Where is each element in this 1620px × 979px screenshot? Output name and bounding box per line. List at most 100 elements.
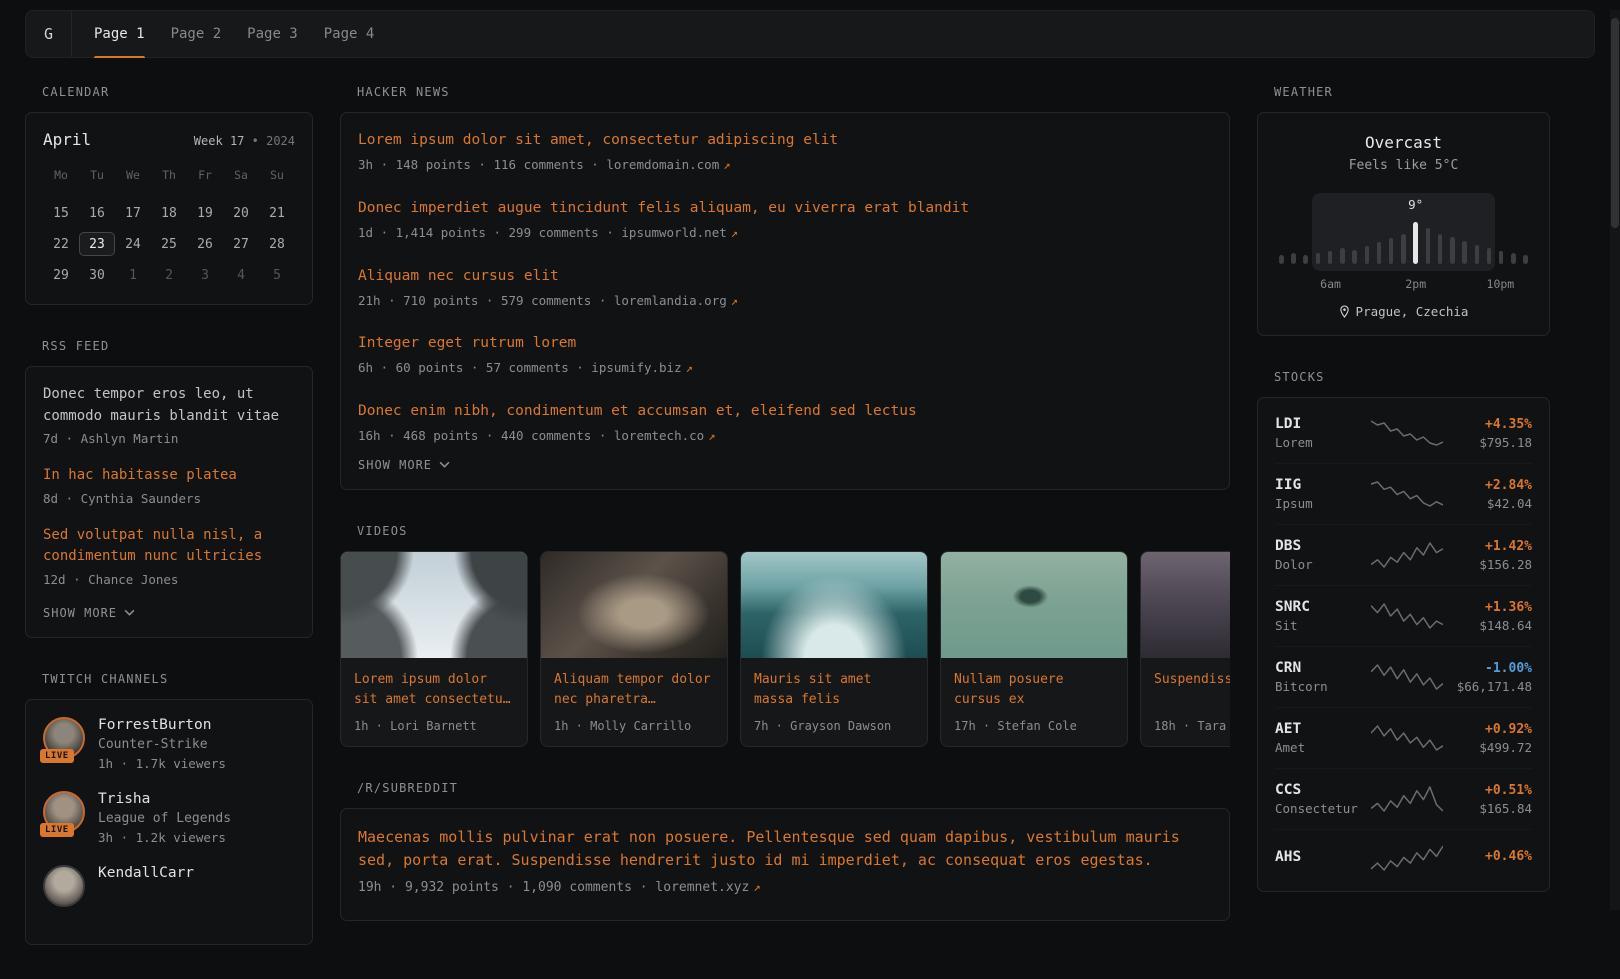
calendar-weekday: We [115, 163, 151, 187]
scrollbar-thumb[interactable] [1611, 18, 1619, 228]
stock-price: $66,171.48 [1457, 679, 1532, 694]
show-more-button[interactable]: SHOW MORE [358, 458, 450, 472]
video-title: Suspendisse diam [1154, 670, 1230, 690]
twitch-channel-name[interactable]: KendallCarr [98, 865, 194, 881]
video-card[interactable]: Mauris sit amet massa felis 7h · Grayson… [740, 551, 928, 747]
hackernews-widget: HACKER NEWS Lorem ipsum dolor sit amet, … [340, 85, 1230, 490]
stock-row[interactable]: AHS +0.46% [1275, 829, 1532, 886]
weather-hour-bar [1523, 255, 1528, 264]
tab-page-4[interactable]: Page 4 [324, 11, 375, 57]
video-card[interactable]: Lorem ipsum dolor sit amet consectetu… 1… [340, 551, 528, 747]
stock-name: Bitcorn [1275, 679, 1363, 694]
tab-page-2[interactable]: Page 2 [171, 11, 222, 57]
show-more-button[interactable]: SHOW MORE [43, 606, 135, 620]
calendar-month: April [43, 130, 91, 149]
weather-hour-bar [1438, 234, 1443, 264]
rss-item-title[interactable]: In hac habitasse platea [43, 465, 295, 487]
hn-item-title[interactable]: Integer eget rutrum lorem [358, 333, 1212, 354]
weather-hour-bar [1426, 228, 1431, 264]
rss-item-title[interactable]: Donec tempor eros leo, ut commodo mauris… [43, 384, 295, 427]
center-column: HACKER NEWS Lorem ipsum dolor sit amet, … [340, 85, 1230, 955]
calendar-day: 4 [223, 263, 259, 287]
stock-row[interactable]: IIG Ipsum +2.84% $42.04 [1275, 463, 1532, 524]
video-card[interactable]: Nullam posuere cursus ex 17h · Stefan Co… [940, 551, 1128, 747]
video-meta: 17h · Stefan Cole [954, 719, 1114, 733]
external-link-icon[interactable]: ↗ [723, 158, 730, 172]
calendar-weekday: Tu [79, 163, 115, 187]
calendar-day: 28 [259, 232, 295, 256]
weather-hourly-chart: 9° [1276, 193, 1531, 271]
video-card[interactable]: Aliquam tempor dolor nec pharetra… 1h · … [540, 551, 728, 747]
stock-change: +0.46% [1485, 849, 1532, 864]
videos-section-label: VIDEOS [357, 524, 1230, 538]
weather-hour-bar [1303, 255, 1308, 264]
twitch-channel-name[interactable]: ForrestBurton [98, 717, 226, 733]
location-pin-icon [1339, 305, 1350, 318]
weather-location-text: Prague, Czechia [1356, 304, 1469, 319]
video-thumbnail [1141, 552, 1230, 658]
hn-item-meta: 16h · 468 points · 440 comments · loremt… [358, 427, 1212, 446]
external-link-icon[interactable]: ↗ [708, 429, 715, 443]
tab-page-3[interactable]: Page 3 [247, 11, 298, 57]
rss-item-title[interactable]: Sed volutpat nulla nisl, a condimentum n… [43, 525, 295, 568]
stock-price: $165.84 [1479, 801, 1532, 816]
stock-change: +0.92% [1479, 722, 1532, 737]
twitch-section-label: TWITCH CHANNELS [42, 672, 313, 686]
app-logo[interactable]: G [26, 11, 72, 57]
stock-row[interactable]: AET Amet +0.92% $499.72 [1275, 707, 1532, 768]
stock-row[interactable]: DBS Dolor +1.42% $156.28 [1275, 524, 1532, 585]
hn-item-title[interactable]: Aliquam nec cursus elit [358, 266, 1212, 287]
scrollbar[interactable] [1610, 10, 1620, 910]
rss-section-label: RSS FEED [42, 339, 313, 353]
weather-feels-like: Feels like 5°C [1276, 158, 1531, 173]
weather-time-label: 6am [1320, 277, 1341, 291]
hn-item-meta: 21h · 710 points · 579 comments · loreml… [358, 292, 1212, 311]
twitch-channel-name[interactable]: Trisha [98, 791, 231, 807]
external-link-icon[interactable]: ↗ [686, 361, 693, 375]
show-more-label: SHOW MORE [43, 606, 117, 620]
rss-item-meta: 8d · Cynthia Saunders [43, 490, 295, 509]
topbar: G Page 1 Page 2 Page 3 Page 4 [25, 10, 1595, 58]
external-link-icon[interactable]: ↗ [731, 294, 738, 308]
weather-hour-bar [1462, 241, 1467, 264]
stock-change: +1.42% [1479, 539, 1532, 554]
calendar-day-grid: 1516171819202122232425262728293012345 [43, 201, 295, 287]
twitch-channel-row[interactable]: LIVE ForrestBurton Counter-Strike 1h · 1… [43, 717, 295, 771]
calendar-week-number: 17 [230, 134, 244, 148]
external-link-icon[interactable]: ↗ [731, 226, 738, 240]
subreddit-post-title[interactable]: Maecenas mollis pulvinar erat non posuer… [358, 826, 1212, 873]
hn-item-title[interactable]: Donec imperdiet augue tincidunt felis al… [358, 198, 1212, 219]
weather-hour-bar [1511, 253, 1516, 264]
stock-row[interactable]: CCS Consectetur +0.51% $165.84 [1275, 768, 1532, 829]
stock-symbol: SNRC [1275, 599, 1363, 615]
weather-hour-bar [1389, 238, 1394, 264]
external-link-icon[interactable]: ↗ [753, 880, 760, 894]
stock-sparkline [1371, 662, 1443, 692]
stock-name: Consectetur [1275, 801, 1363, 816]
weather-hour-bar [1291, 253, 1296, 264]
hn-item-meta: 1d · 1,414 points · 299 comments · ipsum… [358, 224, 1212, 243]
video-card[interactable]: Suspendisse diam 18h · Tara [1140, 551, 1230, 747]
stock-change: -1.00% [1457, 661, 1532, 676]
video-meta: 18h · Tara [1154, 719, 1230, 733]
stock-row[interactable]: SNRC Sit +1.36% $148.64 [1275, 585, 1532, 646]
stock-sparkline [1371, 723, 1443, 753]
weather-widget: WEATHER Overcast Feels like 5°C 9° 6am 2… [1257, 85, 1550, 336]
stock-row[interactable]: LDI Lorem +4.35% $795.18 [1275, 403, 1532, 463]
twitch-viewers: 1h · 1.7k viewers [98, 756, 226, 771]
stock-row[interactable]: CRN Bitcorn -1.00% $66,171.48 [1275, 646, 1532, 707]
right-column: WEATHER Overcast Feels like 5°C 9° 6am 2… [1257, 85, 1550, 926]
twitch-channel-row[interactable]: LIVE Trisha League of Legends 3h · 1.2k … [43, 791, 295, 845]
rss-item-meta: 7d · Ashlyn Martin [43, 430, 295, 449]
tab-page-1[interactable]: Page 1 [94, 11, 145, 57]
weather-time-label: 10pm [1487, 277, 1515, 291]
hn-item-title[interactable]: Lorem ipsum dolor sit amet, consectetur … [358, 130, 1212, 151]
hn-item-title[interactable]: Donec enim nibh, condimentum et accumsan… [358, 401, 1212, 422]
avatar-wrap: LIVE [43, 717, 85, 759]
twitch-channel-row[interactable]: KendallCarr [43, 865, 295, 907]
calendar-day: 16 [79, 201, 115, 225]
calendar-day: 15 [43, 201, 79, 225]
calendar-day: 24 [115, 232, 151, 256]
calendar-day: 17 [115, 201, 151, 225]
stock-price: $156.28 [1479, 557, 1532, 572]
